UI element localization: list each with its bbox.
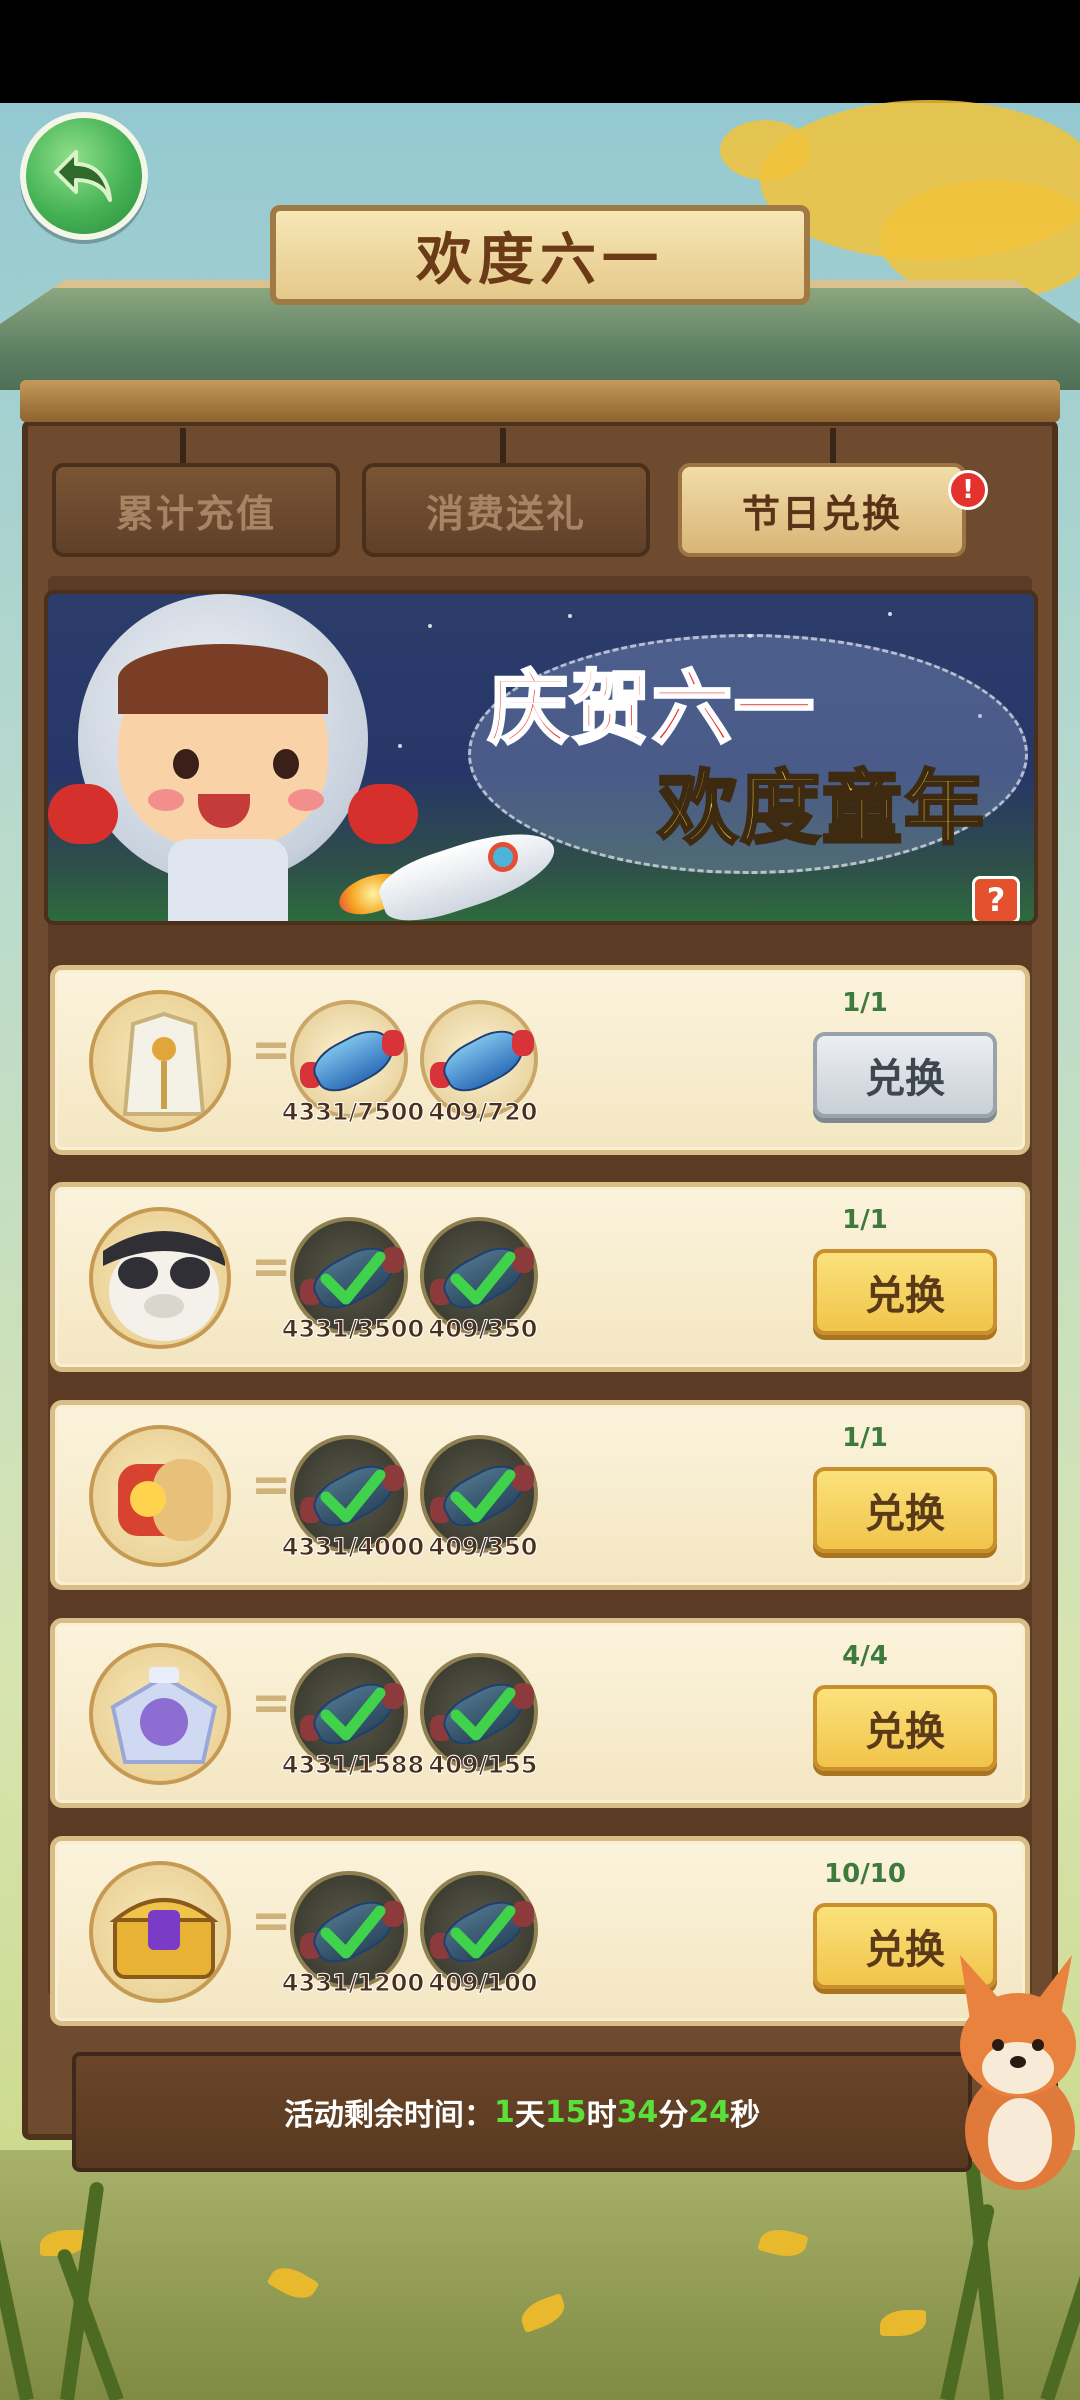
exchange-button[interactable]: 兑换 <box>813 1249 997 1335</box>
equals-sign: = <box>251 1893 292 1949</box>
notification-badge: ! <box>948 470 988 510</box>
cost-progress: 409/100 <box>428 1969 538 1998</box>
tab-label: 节日兑换 <box>741 491 902 536</box>
countdown-bar: 活动剩余时间： 1 天 15 时 34 分 24 秒 <box>72 2052 972 2172</box>
cost-progress: 409/155 <box>428 1751 538 1780</box>
cost-progress: 409/720 <box>428 1098 538 1127</box>
equals-sign: = <box>251 1675 292 1731</box>
exchange-button[interactable]: 兑换 <box>813 1685 997 1771</box>
fox-mascot-icon <box>960 1955 1076 2190</box>
check-icon <box>320 1251 386 1305</box>
back-arrow-icon <box>54 150 112 202</box>
exchange-limit: 1/1 <box>842 988 888 1018</box>
exchange-limit: 4/4 <box>842 1641 888 1671</box>
equals-sign: = <box>251 1022 292 1078</box>
reward-item[interactable] <box>89 1425 231 1567</box>
event-banner: 庆贺六一 欢度童年 ? <box>44 590 1038 925</box>
reward-item[interactable] <box>89 1643 231 1785</box>
exchange-limit: 10/10 <box>824 1859 906 1889</box>
equals-sign: = <box>251 1457 292 1513</box>
page-title: 欢度六一 <box>416 226 664 293</box>
banner-headline: 庆贺六一 <box>487 661 816 757</box>
question-icon: ? <box>986 881 1006 919</box>
candy-cost-item: 409/720 <box>420 1000 538 1127</box>
reward-item[interactable] <box>89 1861 231 2003</box>
help-button[interactable]: ? <box>972 876 1020 921</box>
status-bar <box>0 0 1080 103</box>
check-icon <box>320 1905 386 1959</box>
exchange-button[interactable]: 兑换 <box>813 1032 997 1118</box>
reward-item[interactable] <box>89 1207 231 1349</box>
exchange-row: = 4331/3500 409/350 1/1 兑换 <box>50 1182 1030 1372</box>
candy-cost-item: 4331/1588 <box>281 1653 425 1780</box>
cost-progress: 409/350 <box>428 1315 538 1344</box>
countdown-label: 活动剩余时间： <box>283 2098 494 2133</box>
banner-subheadline: 欢度童年 <box>657 761 986 857</box>
candy-cost-item: 4331/4000 <box>281 1435 425 1562</box>
countdown-days: 1 <box>493 2094 515 2130</box>
roof-beam <box>20 380 1060 422</box>
exchange-row: = 4331/1200 409/100 10/10 兑换 <box>50 1836 1030 2026</box>
exchange-row: = 4331/1588 409/155 4/4 兑换 <box>50 1618 1030 1808</box>
countdown-seconds: 24 <box>688 2094 731 2130</box>
check-icon <box>320 1469 386 1523</box>
ground <box>0 2150 1080 2400</box>
tab-festival-exchange[interactable]: 节日兑换 <box>678 463 966 557</box>
candy-cost-item: 4331/3500 <box>281 1217 425 1344</box>
tab-label: 累计充值 <box>115 491 276 536</box>
check-icon <box>450 1469 516 1523</box>
check-icon <box>450 1687 516 1741</box>
title-signboard: 欢度六一 <box>270 205 810 305</box>
candy-cost-item: 4331/1200 <box>281 1871 425 1998</box>
check-icon <box>450 1905 516 1959</box>
exchange-limit: 1/1 <box>842 1423 888 1453</box>
check-icon <box>450 1251 516 1305</box>
exchange-row: = 4331/7500 409/720 1/1 兑换 <box>50 965 1030 1155</box>
reward-item[interactable] <box>89 990 231 1132</box>
candy-cost-item: 4331/7500 <box>281 1000 425 1127</box>
tab-spend-gift[interactable]: 消费送礼 <box>362 463 650 557</box>
candy-cost-item: 409/100 <box>420 1871 538 1998</box>
equals-sign: = <box>251 1239 292 1295</box>
back-button[interactable] <box>20 112 148 240</box>
countdown-hours: 15 <box>544 2094 587 2130</box>
candy-cost-item: 409/350 <box>420 1217 538 1344</box>
exchange-row: = 4331/4000 409/350 1/1 兑换 <box>50 1400 1030 1590</box>
exchange-limit: 1/1 <box>842 1205 888 1235</box>
tab-label: 消费送礼 <box>425 491 586 536</box>
countdown-minutes: 34 <box>616 2094 659 2130</box>
exchange-button[interactable]: 兑换 <box>813 1467 997 1553</box>
candy-cost-item: 409/155 <box>420 1653 538 1780</box>
candy-cost-item: 409/350 <box>420 1435 538 1562</box>
cost-progress: 409/350 <box>428 1533 538 1562</box>
check-icon <box>320 1687 386 1741</box>
tab-cumulative-recharge[interactable]: 累计充值 <box>52 463 340 557</box>
